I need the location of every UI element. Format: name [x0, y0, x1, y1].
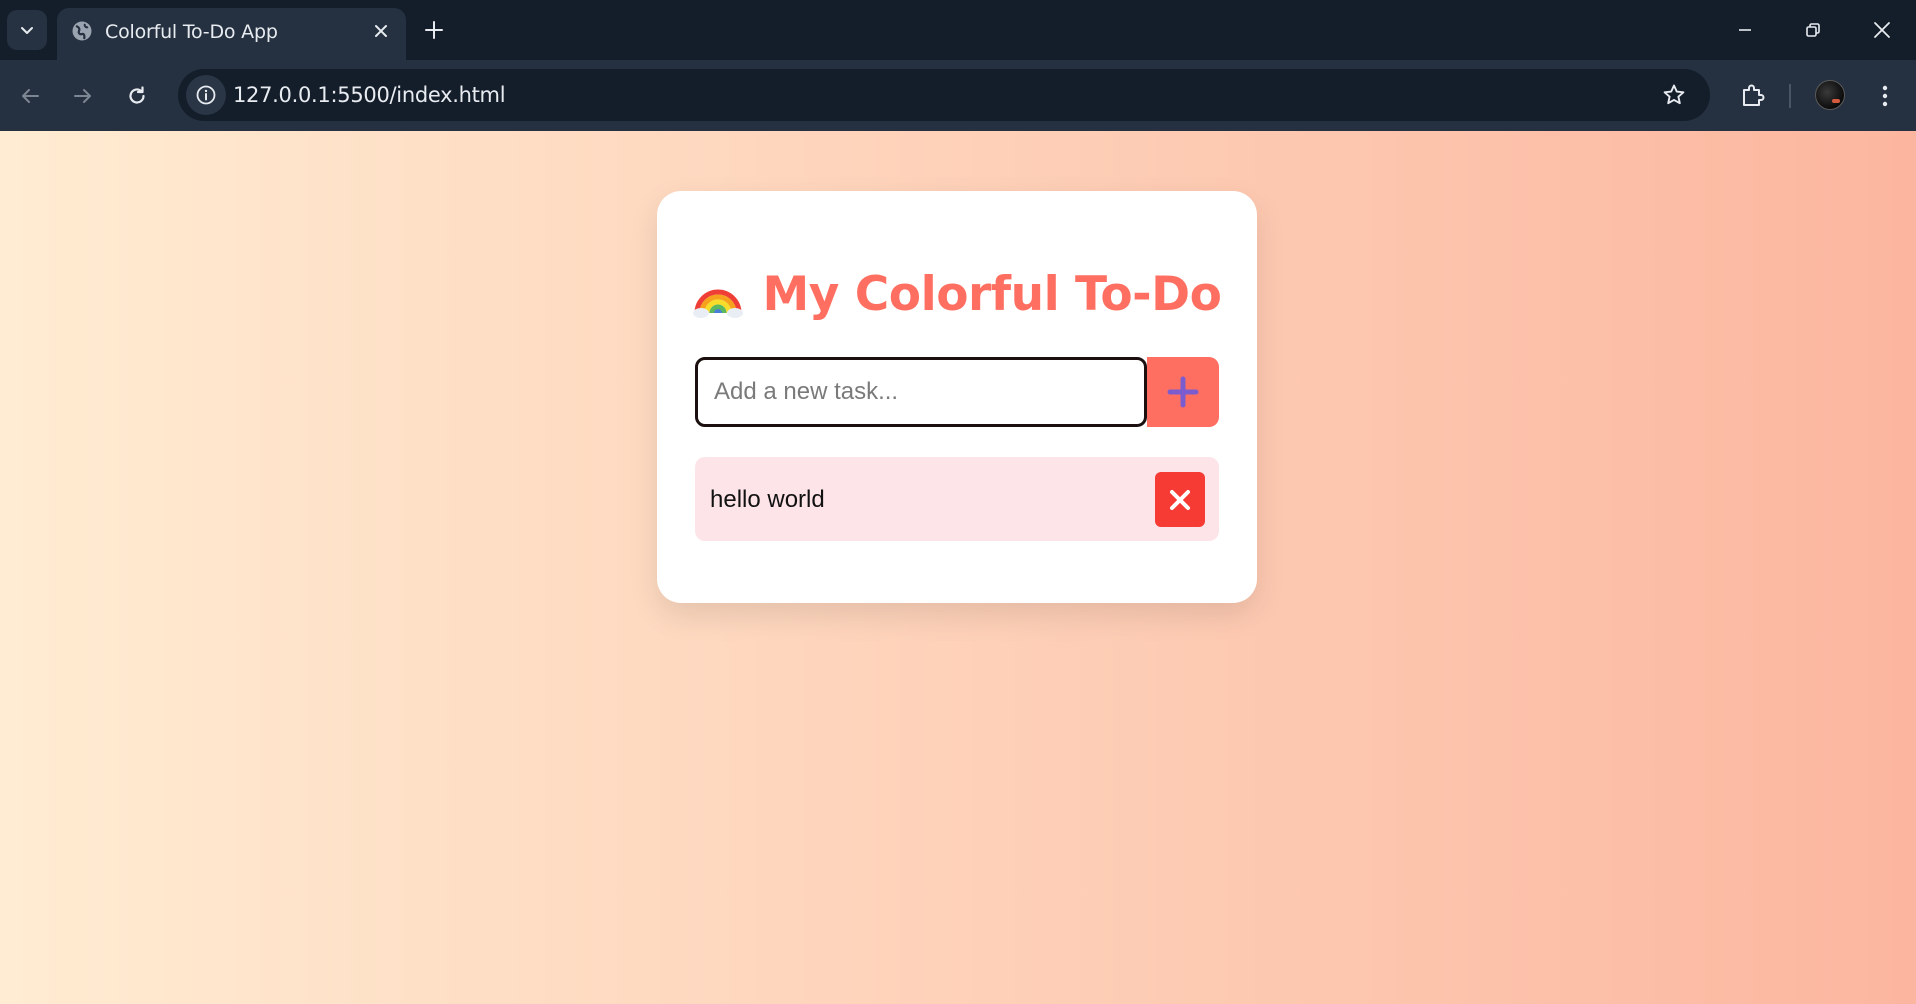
- star-icon: [1663, 84, 1685, 105]
- browser-menu-button[interactable]: [1870, 78, 1900, 114]
- rainbow-icon: [692, 289, 743, 318]
- address-bar[interactable]: 127.0.0.1:5500/index.html: [178, 69, 1710, 121]
- arrow-right-icon: [74, 89, 91, 103]
- url-text: 127.0.0.1:5500/index.html: [233, 83, 506, 107]
- extensions-button[interactable]: [1735, 77, 1771, 113]
- forward-button[interactable]: [63, 76, 103, 116]
- task-text: hello world: [710, 486, 825, 513]
- restore-icon: [1806, 23, 1820, 37]
- puzzle-icon: [1743, 84, 1765, 106]
- info-icon: [196, 85, 216, 105]
- browser-toolbar: 127.0.0.1:5500/index.html: [0, 60, 1916, 131]
- new-tab-button[interactable]: [420, 16, 448, 44]
- browser-tab-strip: Colorful To-Do App: [0, 0, 1916, 60]
- tab-title: Colorful To-Do App: [105, 21, 278, 43]
- back-button[interactable]: [10, 76, 50, 116]
- chevron-down-icon: [21, 27, 33, 34]
- delete-task-button[interactable]: [1155, 472, 1205, 527]
- minimize-button[interactable]: [1729, 14, 1761, 46]
- tab-close-button[interactable]: [370, 20, 392, 42]
- toolbar-divider: [1789, 84, 1791, 108]
- site-info-button[interactable]: [186, 75, 226, 115]
- reload-button[interactable]: [117, 76, 157, 116]
- globe-icon: [72, 21, 92, 41]
- new-task-input[interactable]: [695, 357, 1147, 427]
- plus-icon: [1167, 376, 1199, 408]
- plus-icon: [425, 21, 443, 39]
- restore-button[interactable]: [1797, 14, 1829, 46]
- more-vertical-icon: [1882, 85, 1888, 107]
- app-header: My Colorful To-Do: [657, 263, 1257, 325]
- page-title: My Colorful To-Do: [762, 266, 1222, 322]
- bookmark-button[interactable]: [1660, 81, 1688, 109]
- reload-icon: [129, 86, 145, 104]
- page-viewport: My Colorful To-Do hello world: [0, 131, 1916, 1004]
- todo-card: My Colorful To-Do hello world: [657, 191, 1257, 603]
- arrow-left-icon: [22, 89, 39, 103]
- close-icon: [1874, 22, 1890, 38]
- minimize-icon: [1739, 29, 1751, 31]
- window-close-button[interactable]: [1866, 14, 1898, 46]
- add-task-button[interactable]: [1147, 357, 1219, 427]
- close-icon: [375, 25, 387, 37]
- task-list-item: hello world: [695, 457, 1219, 541]
- close-icon: [1170, 489, 1190, 510]
- browser-tab-active[interactable]: Colorful To-Do App: [57, 8, 406, 60]
- profile-avatar[interactable]: [1815, 80, 1845, 110]
- tab-search-button[interactable]: [7, 10, 47, 50]
